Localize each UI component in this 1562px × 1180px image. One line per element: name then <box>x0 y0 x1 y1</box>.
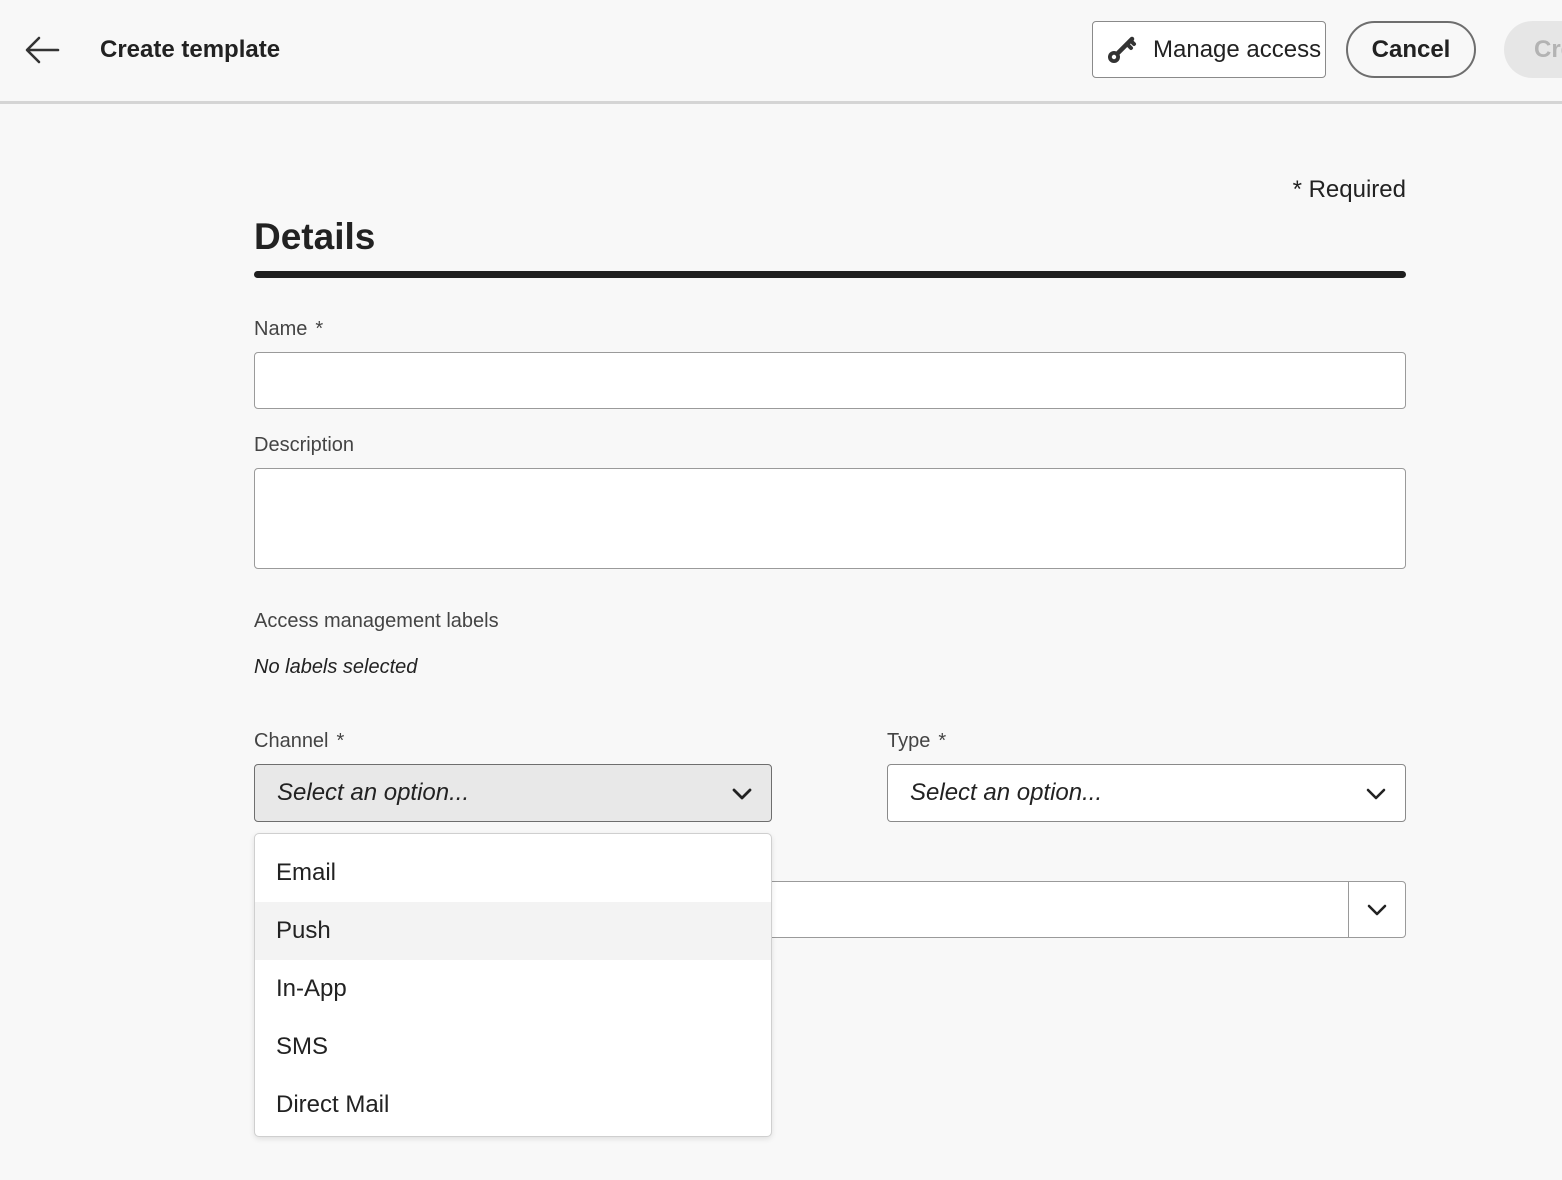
name-label: Name * <box>254 318 323 341</box>
channel-option-in-app[interactable]: In-App <box>255 960 771 1018</box>
channel-option-sms[interactable]: SMS <box>255 1018 771 1076</box>
type-label-text: Type <box>887 730 931 752</box>
arrow-left-icon <box>25 36 60 64</box>
channel-picker-value: Select an option... <box>277 779 470 806</box>
channel-label: Channel * <box>254 730 344 753</box>
required-star: * <box>315 318 324 340</box>
required-star: * <box>938 730 947 752</box>
required-note: * Required <box>1292 176 1406 203</box>
channel-label-text: Channel <box>254 730 329 752</box>
required-star: * <box>336 730 345 752</box>
access-labels-label: Access management labels <box>254 610 499 632</box>
cancel-button[interactable]: Cancel <box>1346 21 1476 78</box>
chevron-down-icon <box>731 783 753 805</box>
manage-access-label: Manage access <box>1153 35 1322 63</box>
page-title: Create template <box>100 36 281 63</box>
channel-option-push[interactable]: Push <box>255 902 771 960</box>
channel-option-email[interactable]: Email <box>255 844 771 902</box>
type-picker[interactable]: Select an option... <box>887 764 1406 822</box>
name-label-text: Name <box>254 318 308 340</box>
manage-access-button[interactable]: Manage access <box>1092 21 1326 78</box>
back-button[interactable] <box>22 30 62 70</box>
section-title: Details <box>254 216 376 257</box>
combo-box-button[interactable] <box>1348 882 1405 937</box>
type-label: Type * <box>887 730 946 753</box>
section-divider <box>254 271 1406 278</box>
chevron-down-icon <box>1367 904 1387 915</box>
channel-picker[interactable]: Select an option... <box>254 764 772 822</box>
channel-option-direct-mail[interactable]: Direct Mail <box>255 1076 771 1134</box>
create-button[interactable]: Create <box>1504 21 1562 78</box>
name-input[interactable] <box>254 352 1406 409</box>
key-icon <box>1105 33 1139 67</box>
chevron-down-icon <box>1365 783 1387 805</box>
description-label: Description <box>254 434 355 456</box>
access-labels-empty: No labels selected <box>254 656 418 678</box>
type-picker-value: Select an option... <box>910 779 1103 806</box>
top-bar: Create template Manage access Cancel Cre… <box>0 0 1562 104</box>
description-input[interactable] <box>254 468 1406 569</box>
channel-options-menu: Email Push In-App SMS Direct Mail <box>254 833 772 1137</box>
